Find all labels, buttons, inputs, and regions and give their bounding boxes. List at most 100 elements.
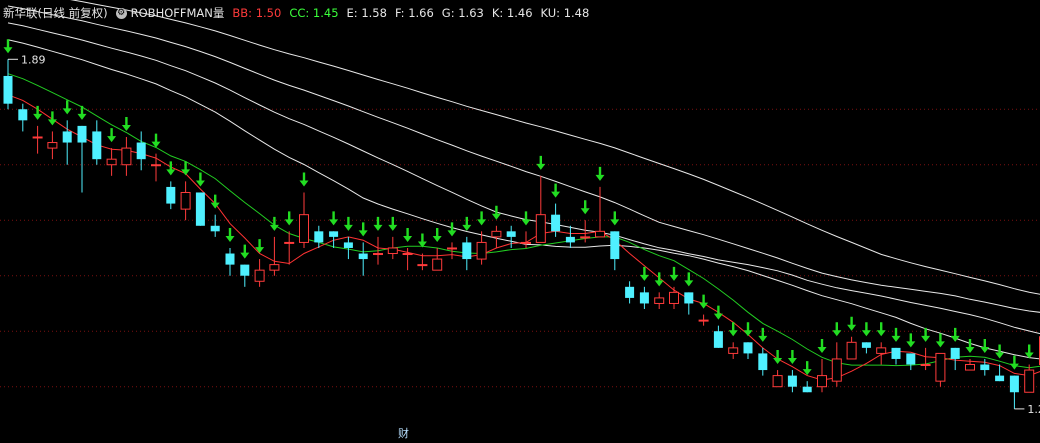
buy-arrow (876, 322, 886, 337)
candle-body-up (876, 347, 887, 354)
candle-body-up (595, 230, 605, 238)
candle-body-up (106, 158, 117, 166)
candle-body-up (432, 258, 443, 271)
buy-arrow (802, 361, 812, 376)
candle-body-down (861, 342, 871, 348)
candle-body-up (269, 264, 280, 271)
candle-body-down (610, 231, 620, 260)
candle-body-down (329, 231, 339, 237)
buy-signal-arrows (3, 39, 1040, 376)
ma-line-60 (70, 0, 1040, 295)
candle-body-down (195, 192, 205, 226)
candle-body-down (92, 131, 102, 160)
candle-body-up (151, 164, 161, 167)
candle-body-down (210, 225, 220, 232)
buy-arrow (329, 211, 339, 226)
candle-body-up (476, 241, 487, 260)
buy-arrow (950, 327, 960, 342)
candle-body-up (254, 269, 265, 282)
candle-body-up (180, 191, 191, 210)
buy-arrow (817, 338, 827, 353)
buy-arrow (477, 211, 487, 226)
candle-body-up (521, 241, 531, 244)
buy-arrow (299, 172, 309, 187)
indicator-header: 新华联(日线 前复权) ⚙ ROBHOFFMAN量 BB: 1.50 CC: 1… (0, 0, 1040, 26)
candle-body-up (965, 364, 975, 371)
price-gridlines (0, 108, 1040, 388)
buy-arrow (758, 327, 768, 342)
candle-body-down (995, 375, 1005, 382)
buy-arrow (713, 305, 723, 320)
indicator-bb: BB: 1.50 (232, 6, 282, 20)
candle-body-down (506, 231, 516, 237)
buy-arrow (935, 333, 945, 348)
candle-body-down (787, 375, 797, 387)
candle-body-up (654, 297, 665, 304)
buy-arrow (1009, 355, 1019, 370)
buy-arrow (980, 338, 990, 353)
indicator-e: E: 1.58 (346, 6, 387, 20)
candle-body-up (47, 142, 58, 149)
buy-arrow (255, 239, 265, 254)
candle-body-up (817, 375, 827, 388)
candle-body-down (980, 364, 990, 371)
buy-arrow (684, 272, 694, 287)
buy-arrow (358, 222, 368, 237)
candle-body-up (728, 347, 739, 354)
gear-icon[interactable]: ⚙ (115, 7, 127, 19)
indicator-f: F: 1.66 (394, 6, 434, 20)
buy-arrow (432, 227, 442, 242)
candle-body-up (32, 136, 43, 139)
indicator-cc: CC: 1.45 (289, 6, 339, 20)
buy-arrow (225, 227, 235, 242)
candle-body-down (240, 264, 250, 276)
buy-arrow (269, 216, 279, 231)
candle-body-up (121, 147, 132, 166)
candle-body-up (698, 319, 709, 322)
candle-body-down (950, 347, 960, 359)
candle-body-down (343, 242, 353, 248)
candle-body-down (1009, 375, 1019, 393)
ma-line-5 (7, 94, 1040, 381)
candle-body-up (284, 241, 295, 244)
candle-body-up (491, 230, 502, 238)
candle-body-down (77, 125, 87, 143)
candle-body-down (639, 292, 649, 304)
candle-body-down (565, 236, 575, 243)
buy-arrow (151, 133, 161, 148)
buy-arrow (1024, 344, 1034, 359)
buy-arrow (832, 322, 842, 337)
candle-body-down (166, 186, 176, 204)
buy-arrow (403, 227, 413, 242)
buy-arrow (33, 105, 43, 120)
moving-average-lines (7, 0, 1040, 381)
buy-arrow (284, 211, 294, 226)
low-label: 1.26 (1027, 403, 1040, 416)
buy-arrow (965, 338, 975, 353)
buy-arrow (210, 194, 220, 209)
candlestick-chart: 1.89 1.26 (0, 0, 1040, 416)
buy-arrow (62, 100, 72, 115)
candle-body-up (846, 341, 857, 360)
candle-body-down (802, 386, 812, 393)
buy-arrow (610, 211, 620, 226)
candle-body-up (580, 236, 591, 239)
buy-arrow (699, 294, 709, 309)
buy-arrow (447, 222, 457, 237)
buy-arrow (580, 200, 590, 215)
buy-arrow (906, 333, 916, 348)
candle-body-down (314, 231, 324, 243)
buy-arrow (195, 172, 205, 187)
candle-body-down (18, 109, 28, 121)
candle-body-down (713, 331, 723, 348)
candle-body-down (743, 342, 753, 354)
buy-arrow (669, 266, 679, 281)
buy-arrow (891, 327, 901, 342)
candle-body-up (831, 358, 842, 382)
indicator-name[interactable]: ROBHOFFMAN量 (131, 5, 225, 21)
finance-tab[interactable]: 财 (398, 425, 409, 441)
stock-title[interactable]: 新华联(日线 前复权) (3, 5, 108, 21)
candle-body-up (299, 214, 309, 243)
buy-arrow (77, 105, 87, 120)
candle-body-down (684, 292, 694, 304)
